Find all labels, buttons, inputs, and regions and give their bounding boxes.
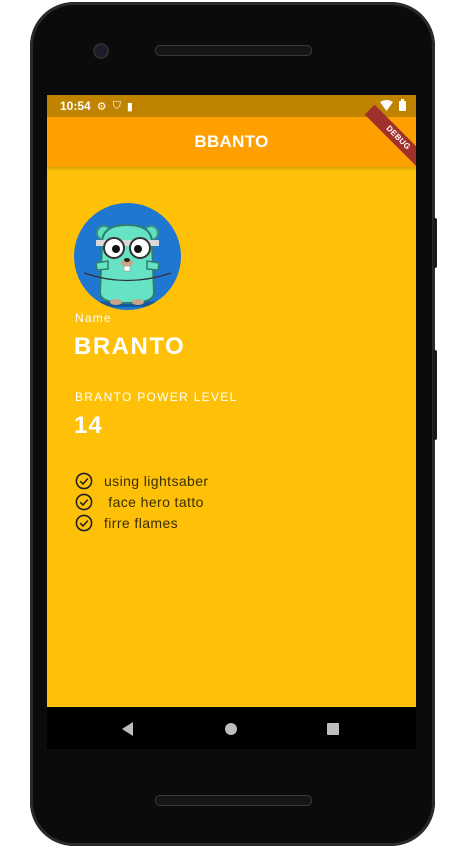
gopher-avatar — [74, 203, 181, 310]
list-item: face hero tatto — [75, 491, 208, 512]
skills-list: using lightsaber face hero tatto firre f… — [75, 470, 208, 533]
name-value: BRANTO — [74, 333, 186, 360]
recents-icon[interactable] — [327, 723, 339, 735]
home-icon[interactable] — [225, 723, 237, 735]
front-camera — [93, 43, 109, 59]
status-time: 10:54 — [60, 99, 91, 113]
skill-label: face hero tatto — [104, 493, 204, 510]
skill-label: using lightsaber — [104, 472, 209, 489]
top-speaker — [155, 45, 312, 56]
power-button[interactable] — [433, 218, 437, 268]
shield-icon: ⛉ — [112, 99, 121, 112]
skill-label: firre flames — [104, 514, 179, 531]
system-nav-bar — [47, 707, 416, 749]
check-circle-icon — [75, 472, 93, 490]
sim-card-icon: ▮ — [126, 100, 133, 113]
power-level-label: BRANTO POWER LEVEL — [75, 390, 238, 404]
power-level-value: 14 — [74, 412, 103, 439]
app-screen: 10:54 ⚙ ⛉ ▮ BBANTO DEBUG Name BRANTO BRA… — [47, 95, 416, 707]
check-circle-icon — [75, 514, 93, 532]
bottom-speaker — [155, 795, 312, 806]
check-circle-icon — [75, 493, 93, 511]
back-icon[interactable] — [122, 722, 133, 736]
name-label: Name — [75, 311, 112, 325]
list-item: firre flames — [75, 512, 208, 533]
list-item: using lightsaber — [75, 470, 208, 491]
battery-icon — [399, 99, 406, 114]
gear-icon: ⚙ — [96, 100, 107, 113]
volume-button[interactable] — [433, 350, 437, 440]
app-bar: BBANTO DEBUG — [47, 104, 416, 172]
status-bar: 10:54 ⚙ ⛉ ▮ — [47, 95, 416, 117]
app-title: BBANTO — [194, 132, 269, 151]
